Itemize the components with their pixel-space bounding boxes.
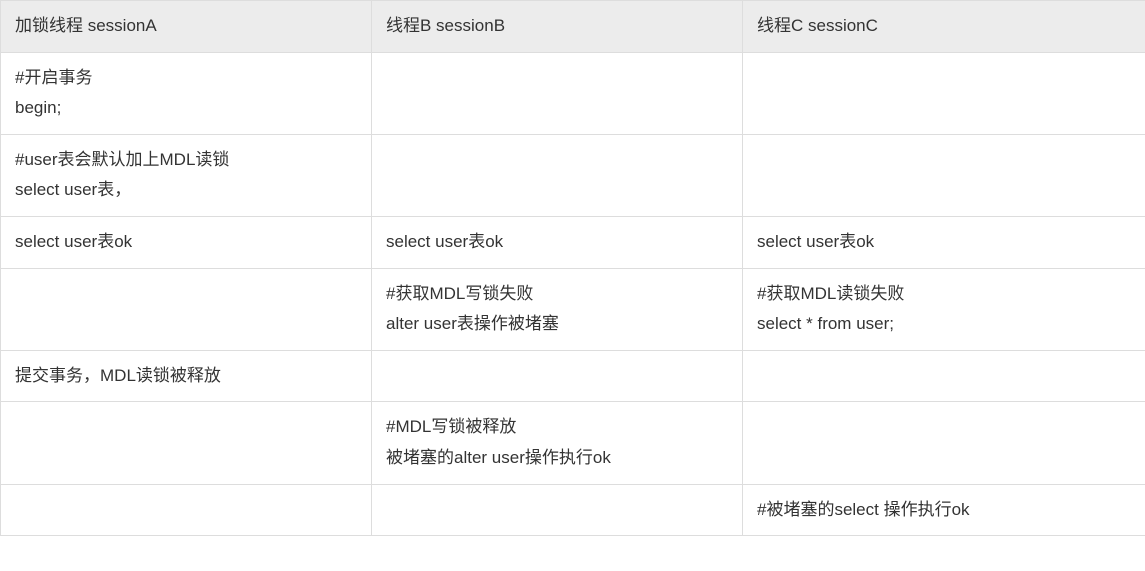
cell: #开启事务begin; — [1, 52, 372, 134]
cell — [372, 350, 743, 402]
cell — [743, 350, 1145, 402]
cell: select user表ok — [743, 216, 1145, 268]
cell — [743, 52, 1145, 134]
cell: select user表ok — [1, 216, 372, 268]
cell — [743, 134, 1145, 216]
table-row: #user表会默认加上MDL读锁select user表， — [1, 134, 1145, 216]
cell — [372, 134, 743, 216]
cell: #MDL写锁被释放被堵塞的alter user操作执行ok — [372, 402, 743, 484]
table-row: #MDL写锁被释放被堵塞的alter user操作执行ok — [1, 402, 1145, 484]
col-header-session-c: 线程C sessionC — [743, 1, 1145, 53]
table-row: #被堵塞的select 操作执行ok — [1, 484, 1145, 536]
cell: #获取MDL写锁失败alter user表操作被堵塞 — [372, 268, 743, 350]
table-row: #获取MDL写锁失败alter user表操作被堵塞 #获取MDL读锁失败sel… — [1, 268, 1145, 350]
cell — [372, 52, 743, 134]
table-row: 提交事务，MDL读锁被释放 — [1, 350, 1145, 402]
cell — [743, 402, 1145, 484]
col-header-session-b: 线程B sessionB — [372, 1, 743, 53]
cell — [1, 484, 372, 536]
table-header-row: 加锁线程 sessionA 线程B sessionB 线程C sessionC — [1, 1, 1145, 53]
col-header-session-a: 加锁线程 sessionA — [1, 1, 372, 53]
cell — [372, 484, 743, 536]
cell — [1, 268, 372, 350]
table-row: #开启事务begin; — [1, 52, 1145, 134]
cell: 提交事务，MDL读锁被释放 — [1, 350, 372, 402]
cell: select user表ok — [372, 216, 743, 268]
mdl-lock-table: 加锁线程 sessionA 线程B sessionB 线程C sessionC … — [0, 0, 1145, 536]
table-row: select user表ok select user表ok select use… — [1, 216, 1145, 268]
cell: #获取MDL读锁失败select * from user; — [743, 268, 1145, 350]
cell: #user表会默认加上MDL读锁select user表， — [1, 134, 372, 216]
cell: #被堵塞的select 操作执行ok — [743, 484, 1145, 536]
cell — [1, 402, 372, 484]
